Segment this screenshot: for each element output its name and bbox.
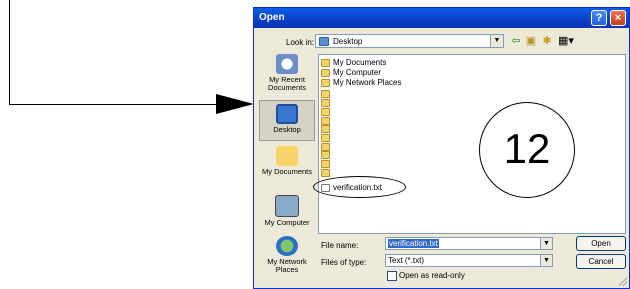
- place-my-documents[interactable]: My Documents: [259, 146, 315, 176]
- chevron-down-icon[interactable]: ▼: [540, 255, 552, 266]
- place-label: Desktop: [273, 125, 301, 134]
- recent-documents-icon: [276, 54, 298, 74]
- folder-icon: [321, 160, 330, 168]
- folder-icon: [321, 117, 330, 125]
- annotation-arrow-line-horizontal: [9, 104, 219, 105]
- step-number: 12: [503, 125, 551, 172]
- title-bar: Open ? ×: [254, 8, 629, 28]
- folder-icon: [321, 90, 330, 98]
- step-number-callout: 12: [479, 102, 575, 198]
- network-globe-icon: [276, 236, 298, 256]
- open-dialog: Open ? × Look in: Desktop ▼ ⇦ ▣ ✱ ▦▾ My …: [253, 7, 630, 289]
- desktop-icon: [319, 37, 329, 46]
- place-desktop[interactable]: Desktop: [259, 100, 315, 141]
- file-list[interactable]: My Documents My Computer My Network Places…: [318, 54, 626, 234]
- file-name-label: File name:: [321, 241, 359, 250]
- close-button[interactable]: ×: [610, 10, 626, 26]
- places-bar: My Recent Documents Desktop My Documents…: [259, 54, 315, 283]
- files-of-type-label: Files of type:: [321, 258, 367, 267]
- help-button[interactable]: ?: [591, 10, 607, 26]
- folder-icon: [321, 125, 330, 133]
- chevron-down-icon[interactable]: ▼: [540, 238, 552, 249]
- chevron-down-icon[interactable]: ▼: [490, 35, 503, 47]
- files-of-type-value: Text (*.txt): [388, 256, 425, 265]
- look-in-dropdown[interactable]: Desktop ▼: [315, 34, 504, 48]
- view-menu-icon[interactable]: ▦▾: [557, 34, 575, 48]
- files-of-type-select[interactable]: Text (*.txt) ▼: [385, 254, 553, 267]
- place-label: My Recent Documents: [268, 75, 306, 92]
- up-folder-icon[interactable]: ▣: [524, 34, 538, 48]
- place-label: My Network Places: [267, 257, 307, 274]
- place-label: My Documents: [261, 167, 312, 176]
- read-only-checkbox[interactable]: [387, 271, 397, 281]
- system-folder-icon: [321, 59, 330, 67]
- folder-icon: [321, 169, 330, 177]
- read-only-label: Open as read-only: [399, 271, 465, 280]
- file-name: My Computer: [333, 68, 382, 77]
- look-in-label: Look in:: [286, 38, 315, 47]
- open-button[interactable]: Open: [576, 236, 626, 251]
- place-my-network-places[interactable]: My Network Places: [259, 236, 315, 274]
- computer-icon: [275, 195, 299, 217]
- place-my-computer[interactable]: My Computer: [259, 195, 315, 227]
- new-folder-icon[interactable]: ✱: [540, 34, 554, 48]
- folder-icon: [321, 143, 330, 151]
- file-name: My Network Places: [333, 78, 402, 87]
- back-icon[interactable]: ⇦: [509, 34, 523, 48]
- system-folder-icon: [321, 69, 330, 77]
- annotation-arrow-line: [9, 0, 10, 105]
- folder-icon: [321, 99, 330, 107]
- folder-icon: [276, 146, 298, 166]
- folder-icon: [321, 108, 330, 116]
- place-label: My Computer: [264, 218, 310, 227]
- dialog-title: Open: [259, 12, 285, 23]
- file-name-input[interactable]: verification.txt ▼: [385, 237, 553, 250]
- folder-icon: [321, 134, 330, 142]
- highlight-ellipse: [313, 176, 406, 198]
- system-folder-icon: [321, 79, 330, 87]
- annotation-arrowhead: [216, 94, 254, 114]
- desktop-icon: [276, 104, 298, 124]
- look-in-value: Desktop: [333, 37, 363, 46]
- resize-grip[interactable]: [617, 276, 627, 286]
- place-my-recent-documents[interactable]: My Recent Documents: [259, 54, 315, 92]
- file-name-value: verification.txt: [388, 239, 439, 248]
- folder-icon: [321, 151, 330, 159]
- file-name: My Documents: [333, 58, 387, 67]
- cancel-button[interactable]: Cancel: [576, 254, 626, 269]
